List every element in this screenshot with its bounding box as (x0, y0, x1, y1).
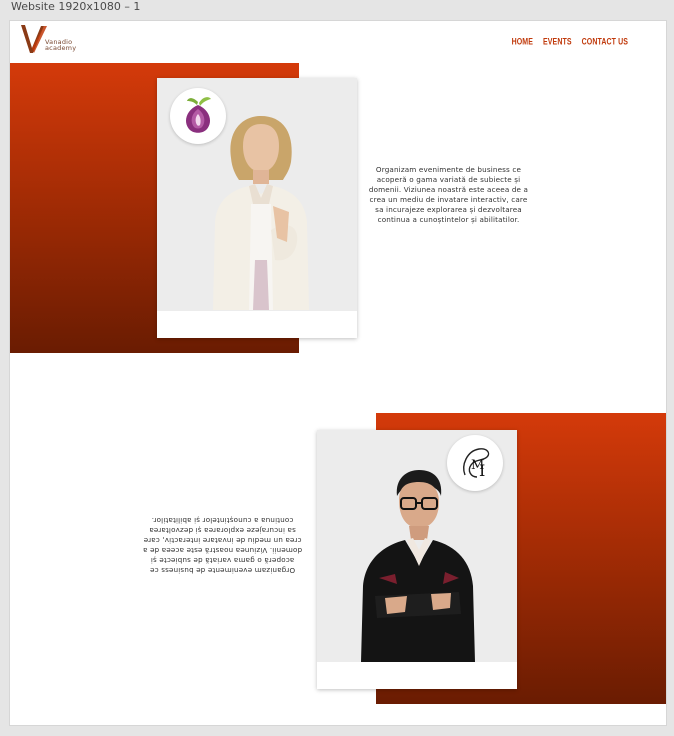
artboard: Vanadio academy HOME EVENTS CONTACT US O… (9, 20, 667, 726)
brand-name-line2: academy (45, 44, 77, 52)
profile-card-1[interactable] (157, 78, 357, 338)
intro-paragraph: Organizam evenimente de business ce acop… (368, 165, 529, 224)
brand-name: Vanadio academy (45, 39, 77, 52)
main-nav: HOME EVENTS CONTACT US (512, 38, 628, 47)
nav-events[interactable]: EVENTS (543, 38, 572, 47)
card-caption-1 (157, 311, 357, 338)
man-portrait (355, 466, 480, 667)
nav-home[interactable]: HOME (512, 38, 533, 47)
frame-title: Website 1920x1080 – 1 (11, 0, 141, 13)
nav-contact-us[interactable]: CONTACT US (582, 38, 628, 47)
profile-card-2[interactable]: M I (317, 430, 517, 689)
woman-portrait (201, 110, 321, 315)
brand-logo[interactable]: Vanadio academy (20, 23, 90, 57)
mirrored-paragraph: Organizam evenimente de business ce acop… (142, 516, 303, 575)
card-caption-2 (317, 662, 517, 689)
